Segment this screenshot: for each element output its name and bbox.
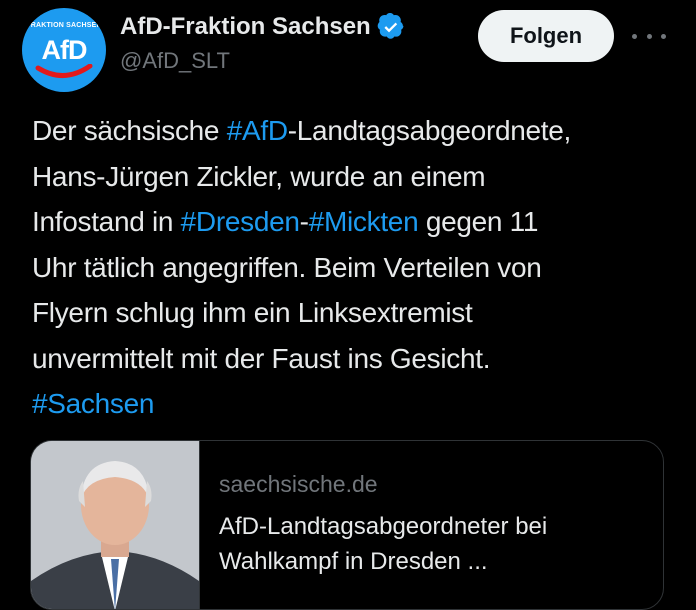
hashtag-link[interactable]: #Mickten <box>309 206 419 237</box>
tweet-text-segment: Infostand in <box>32 206 181 237</box>
link-preview-domain: saechsische.de <box>219 471 378 497</box>
hashtag-link[interactable]: #Dresden <box>181 206 300 237</box>
dot-icon <box>632 33 637 39</box>
link-preview-title-line: AfD-Landtagsabgeordneter bei <box>219 513 548 540</box>
more-options-icon[interactable] <box>632 26 666 46</box>
link-preview-image <box>31 441 200 609</box>
link-preview-title: AfD-Landtagsabgeordneter bei Wahlkampf in… <box>219 509 649 579</box>
hashtag-link[interactable]: #AfD <box>227 115 288 146</box>
tweet-text-line: Infostand in #Dresden-#Mickten gegen 11 <box>32 199 682 245</box>
author-display-name[interactable]: AfD-Fraktion Sachsen <box>120 13 371 41</box>
tweet-text-segment: unvermittelt mit der Faust ins Gesicht. <box>32 342 491 374</box>
verified-badge-icon[interactable] <box>377 13 405 41</box>
avatar[interactable]: FRAKTION SACHSEN AfD <box>22 8 106 92</box>
tweet-text-segment: - <box>299 206 309 237</box>
tweet-text: Der sächsische #AfD-Landtagsabgeordnete,… <box>32 108 682 427</box>
link-preview-card[interactable]: saechsische.de AfD-Landtagsabgeordneter … <box>30 440 664 610</box>
avatar-top-text: FRAKTION SACHSEN <box>26 22 102 29</box>
tweet-text-line: unvermittelt mit der Faust ins Gesicht. <box>32 336 682 382</box>
tweet-text-line: Flyern schlug ihm ein Linksextremist <box>32 290 682 336</box>
tweet-text-line: Hans-Jürgen Zickler, wurde an einem <box>32 154 682 200</box>
tweet-text-segment: -Landtagsabgeordnete, <box>287 115 572 146</box>
portrait-image <box>31 441 199 609</box>
tweet-text-segment: Flyern schlug ihm ein Linksextremist <box>32 297 473 328</box>
tweet-text-line: Der sächsische #AfD-Landtagsabgeordnete, <box>32 108 682 154</box>
author-name-row: AfD-Fraktion Sachsen <box>120 10 405 44</box>
tweet-text-segment: Hans-Jürgen Zickler, wurde an einem <box>32 160 486 192</box>
tweet-text-segment: Uhr tätlich angegriffen. Beim Verteilen … <box>32 251 542 283</box>
dot-icon <box>661 33 666 39</box>
follow-button[interactable]: Folgen <box>478 10 614 62</box>
link-preview-title-line: Wahlkampf in Dresden ... <box>219 548 488 575</box>
avatar-logo-text: AfD <box>41 35 88 65</box>
tweet-text-segment: gegen 11 <box>418 206 539 237</box>
tweet-text-line: Uhr tätlich angegriffen. Beim Verteilen … <box>32 245 682 291</box>
swoosh-icon <box>35 64 93 78</box>
author-handle[interactable]: @AfD_SLT <box>120 48 230 74</box>
tweet-text-line: #Sachsen <box>32 381 682 427</box>
tweet-text-segment: Der sächsische <box>32 115 227 146</box>
dot-icon <box>646 33 652 39</box>
hashtag-link[interactable]: #Sachsen <box>32 388 154 419</box>
